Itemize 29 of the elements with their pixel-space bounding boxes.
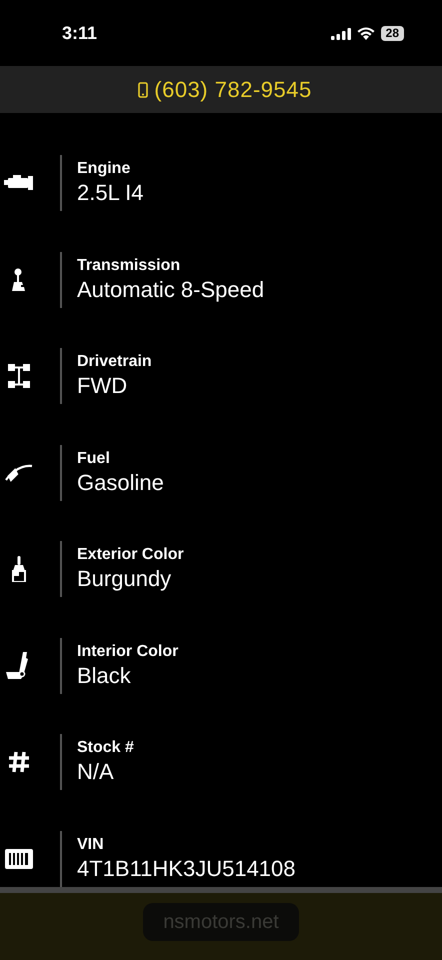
spec-label: Interior Color bbox=[77, 642, 178, 662]
battery-icon: 28 bbox=[380, 26, 404, 41]
spec-value: 2.5L I4 bbox=[77, 179, 144, 207]
spec-value: Gasoline bbox=[77, 468, 164, 496]
spec-label: Exterior Color bbox=[77, 545, 184, 565]
spec-label: Drivetrain bbox=[77, 352, 152, 372]
phone-link[interactable]: (603) 782-9545 bbox=[154, 73, 312, 106]
spec-label: VIN bbox=[77, 834, 105, 854]
paint-brush-icon bbox=[12, 556, 26, 582]
axle-icon bbox=[8, 364, 30, 388]
barcode-icon bbox=[5, 848, 33, 868]
wifi-icon bbox=[356, 27, 375, 40]
spec-value: Black bbox=[77, 662, 132, 690]
engine-icon bbox=[4, 175, 34, 191]
spec-value: Burgundy bbox=[77, 565, 172, 593]
hash-icon bbox=[8, 751, 30, 773]
spec-label: Transmission bbox=[77, 256, 182, 276]
phone-icon bbox=[138, 82, 148, 98]
spec-label: Fuel bbox=[77, 448, 111, 468]
spec-value: 4T1B11HK3JU514108 bbox=[77, 854, 296, 882]
fuel-nozzle-icon bbox=[5, 464, 33, 482]
gear-shifter-icon bbox=[11, 268, 27, 292]
spec-value: Automatic 8-Speed bbox=[77, 276, 264, 304]
spec-label: Engine bbox=[77, 159, 132, 179]
spec-label: Stock # bbox=[77, 738, 134, 758]
spec-value: N/A bbox=[77, 758, 115, 786]
status-time: 3:11 bbox=[62, 22, 98, 45]
spec-value: FWD bbox=[77, 372, 128, 400]
signal-icon bbox=[330, 28, 351, 40]
